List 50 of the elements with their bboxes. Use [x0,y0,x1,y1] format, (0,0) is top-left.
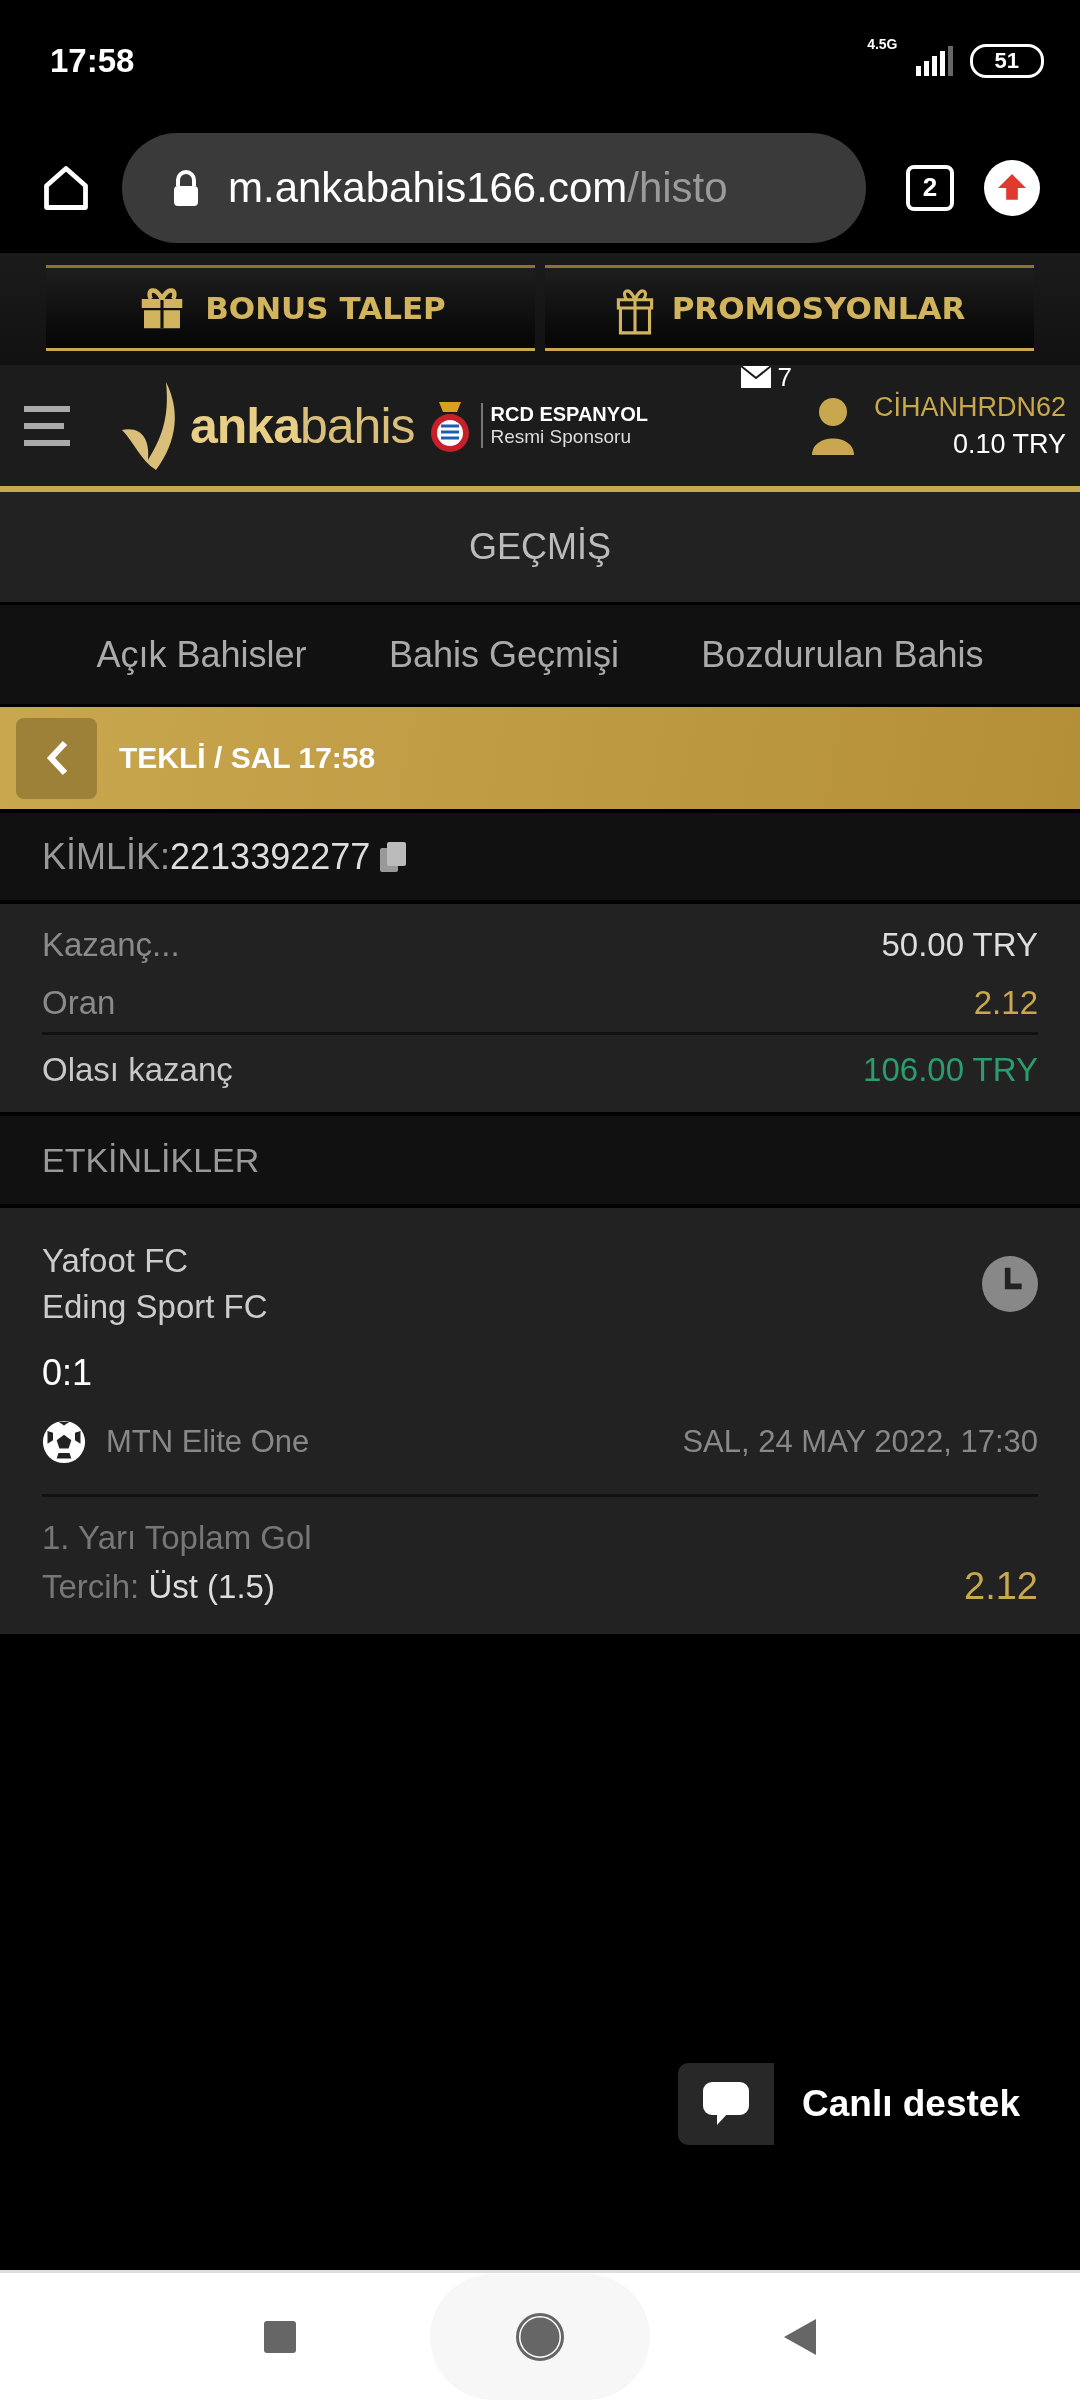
tab[interactable]: Bahis Geçmişi [382,632,625,677]
triangle-icon [784,2318,816,2355]
mail-icon[interactable] [741,366,772,388]
market-name: 1. Yarı Toplam Gol [42,1519,313,1557]
summary-label: Olası kazanç [42,1050,233,1089]
selection-odds: 2.12 [964,1565,1038,1608]
bet-title: TEKLİ / SAL 17:58 [119,741,376,775]
username[interactable]: CİHANHRDN62 [873,391,1066,423]
status-time: 17:58 [50,42,135,80]
user-icon[interactable] [809,396,856,455]
menu-icon[interactable] [24,405,70,446]
section-title: ETKİNLİKLER [42,1140,260,1180]
back-button[interactable] [16,717,97,799]
balance: 0.10 TRY [952,428,1066,460]
score: 0:1 [42,1352,94,1394]
soccer-ball-icon [42,1420,86,1464]
home-team: Yafoot FC [42,1242,190,1280]
upload-icon[interactable] [984,159,1040,216]
summary-label: Oran [42,984,116,1022]
logo-text: ankabahis [190,396,415,455]
sponsor-name: RCD ESPANYOL [490,403,648,426]
network-type: 4.5G [867,36,898,52]
tab-count[interactable]: 2 [906,164,954,211]
bet-id: KİMLİK:2213392277 [42,835,371,878]
summary-value: 2.12 [973,984,1038,1022]
promo-button[interactable]: BONUS TALEP [46,265,535,351]
tab[interactable]: Bozdurulan Bahis [695,632,990,677]
summary-value: 50.00 TRY [881,926,1038,964]
league-name: MTN Elite One [106,1424,310,1460]
url-field[interactable]: m.ankabahis166.com/histo [122,132,866,243]
promo-button[interactable]: PROMOSYONLAR [545,265,1034,351]
battery-level: 51 [969,44,1044,78]
page-title: GEÇMİŞ [469,526,611,568]
url-text: m.ankabahis166.com/histo [228,163,728,212]
circle-icon [516,2312,564,2361]
copy-icon[interactable] [380,841,407,872]
selection: Tercih: Üst (1.5) [42,1567,275,1606]
chat-bubble-icon [703,2082,749,2126]
lock-icon [172,169,200,206]
chevron-left-icon [44,739,69,777]
summary-label: Kazanç... [42,926,180,964]
summary-value: 106.00 TRY [863,1050,1038,1089]
sponsor-role: Resmi Sponsoru [490,426,632,448]
away-team: Eding Sport FC [42,1288,268,1326]
square-icon [264,2320,296,2353]
clock-icon [982,1256,1038,1312]
match-date: SAL, 24 MAY 2022, 17:30 [682,1424,1038,1460]
message-count: 7 [777,361,792,393]
tab[interactable]: Açık Bahisler [90,632,313,677]
live-support-button[interactable]: Canlı destek [678,2063,1020,2145]
